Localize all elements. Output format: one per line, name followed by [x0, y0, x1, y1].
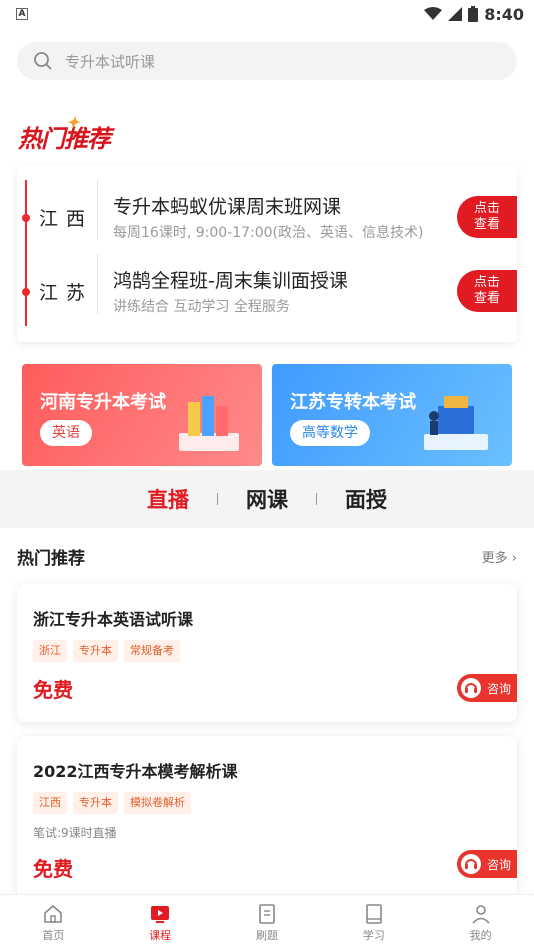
view-button-label: 查看 [473, 217, 500, 232]
headset-icon [461, 854, 481, 874]
section-header: 热门推荐 更多 › [0, 528, 534, 584]
timeline-dot [22, 288, 30, 296]
exam-banners: 河南专升本考试 英语 江苏专转本考试 高等数学 [22, 364, 512, 466]
tab-live[interactable]: 直播 [147, 484, 189, 514]
course-tag: 江西 [33, 792, 67, 814]
nav-home[interactable]: 首页 [0, 895, 107, 950]
search-icon [34, 52, 52, 70]
book-icon [365, 903, 382, 924]
headset-icon [461, 678, 481, 698]
hot-recommend-logo: 热门推荐 ✦ [18, 113, 534, 154]
henan-exam-banner[interactable]: 河南专升本考试 英语 [22, 364, 262, 466]
divider [97, 180, 98, 240]
course-tag: 专升本 [73, 792, 118, 814]
nav-label: 学习 [362, 928, 385, 942]
course-card[interactable]: 2022江西专升本模考解析课 江西 专升本 模拟卷解析 笔试:9课时直播 免费 … [17, 736, 517, 898]
recommendation-subtitle: 每周16课时, 9:00-17:00(政治、英语、信息技术) [113, 225, 424, 241]
user-icon [471, 904, 490, 924]
course-tag: 常规备考 [124, 640, 180, 662]
consult-label: 咨询 [487, 681, 512, 696]
view-button[interactable]: 点击 查看 [457, 196, 517, 238]
view-button-label: 点击 [473, 275, 500, 290]
nav-courses[interactable]: 课程 [107, 895, 214, 950]
nav-study[interactable]: 学习 [320, 895, 427, 950]
nav-label: 我的 [469, 928, 492, 942]
course-info: 笔试:9课时直播 [33, 826, 117, 840]
play-course-icon [151, 905, 170, 923]
clock: 8:40 [484, 4, 524, 24]
course-card[interactable]: 浙江专升本英语试听课 浙江 专升本 常规备考 免费 咨询 [17, 584, 517, 722]
tab-separator [316, 493, 317, 505]
study-illustration-icon [424, 396, 488, 450]
hot-recommend-title: 热门推荐 [18, 123, 111, 153]
section-title: 热门推荐 [17, 548, 85, 569]
consult-button[interactable]: 咨询 [457, 674, 517, 702]
nav-label: 首页 [42, 928, 65, 942]
battery-icon [468, 6, 479, 22]
recommendation-title: 鸿鹄全程班-周末集训面授课 [113, 270, 348, 292]
course-tags: 浙江 专升本 常规备考 [33, 640, 501, 662]
jiangsu-exam-banner[interactable]: 江苏专转本考试 高等数学 [272, 364, 512, 466]
practice-icon [259, 903, 275, 924]
tab-separator [217, 493, 218, 505]
sparkle-icon: ✦ [66, 112, 79, 132]
recommendation-item[interactable]: 江西 专升本蚂蚁优课周末班网课 每周16课时, 9:00-17:00(政治、英语… [17, 166, 517, 241]
course-type-tabs: 直播 网课 面授 [0, 470, 534, 528]
recommendation-title: 专升本蚂蚁优课周末班网课 [113, 196, 342, 218]
view-button-label: 查看 [473, 291, 500, 306]
consult-label: 咨询 [487, 857, 512, 872]
course-tag: 专升本 [73, 640, 118, 662]
course-title: 浙江专升本英语试听课 [33, 610, 194, 629]
banner-title: 江苏专转本考试 [290, 392, 416, 413]
nav-practice[interactable]: 刷题 [214, 895, 321, 950]
recommendation-card: 江西 专升本蚂蚁优课周末班网课 每周16课时, 9:00-17:00(政治、英语… [17, 166, 517, 342]
search-placeholder: 专升本试听课 [65, 52, 156, 71]
status-bar: A 8:40 [0, 0, 534, 28]
nav-profile[interactable]: 我的 [427, 895, 534, 950]
search-input[interactable]: 专升本试听课 [17, 42, 517, 80]
course-tag: 模拟卷解析 [124, 792, 191, 814]
tab-offline[interactable]: 面授 [345, 484, 387, 514]
status-icons: 8:40 [424, 5, 524, 24]
divider [97, 254, 98, 314]
chevron-right-icon: › [511, 550, 517, 566]
nav-label: 课程 [149, 928, 172, 942]
view-button-label: 点击 [473, 201, 500, 216]
course-price: 免费 [33, 678, 73, 702]
notification-icon: A [16, 8, 28, 20]
course-tags: 江西 专升本 模拟卷解析 [33, 792, 501, 814]
more-label: 更多 [481, 550, 508, 566]
banner-subject-pill: 高等数学 [290, 420, 370, 446]
course-title: 2022江西专升本模考解析课 [33, 762, 238, 781]
recommendation-subtitle: 讲练结合 互动学习 全程服务 [113, 299, 290, 315]
wifi-icon [424, 7, 443, 20]
nav-label: 刷题 [255, 928, 278, 942]
recommendation-item[interactable]: 江苏 鸿鹄全程班-周末集训面授课 讲练结合 互动学习 全程服务 点击 查看 [17, 240, 517, 315]
tab-online[interactable]: 网课 [246, 484, 288, 514]
bottom-navigation: 首页 课程 刷题 学习 我的 [0, 894, 534, 950]
course-tag: 浙江 [33, 640, 67, 662]
course-price: 免费 [33, 857, 73, 881]
books-illustration-icon [179, 396, 239, 451]
banner-subject-pill: 英语 [40, 420, 92, 446]
more-link[interactable]: 更多 › [482, 547, 517, 566]
province-label: 江西 [39, 208, 94, 230]
consult-button[interactable]: 咨询 [457, 850, 517, 878]
timeline-dot [22, 214, 30, 222]
banner-title: 河南专升本考试 [40, 392, 166, 413]
province-label: 江苏 [39, 282, 94, 304]
view-button[interactable]: 点击 查看 [457, 270, 517, 312]
home-icon [44, 904, 63, 923]
signal-icon [448, 7, 463, 21]
